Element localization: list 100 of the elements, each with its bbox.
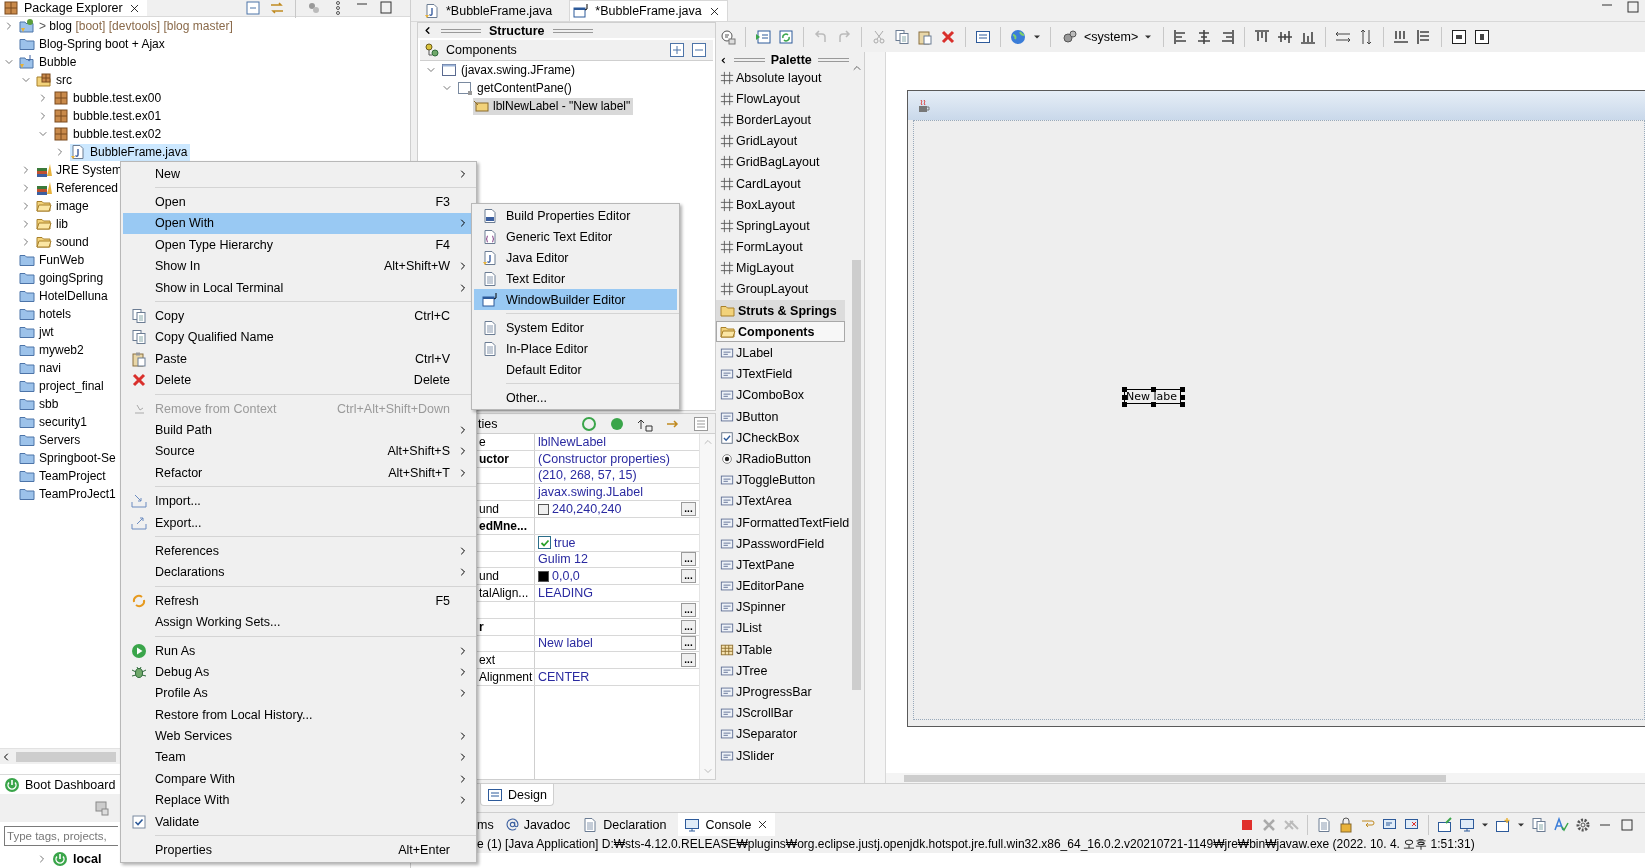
tree-item[interactable]: jwt [19,323,57,341]
palette-item[interactable]: MigLayout [716,257,845,279]
list-icon[interactable] [693,415,709,432]
palette-item[interactable]: JProgressBar [716,681,845,703]
align-middle-icon[interactable] [1277,29,1294,45]
scrollbar-thumb[interactable] [904,774,1446,782]
tree-item[interactable]: bubble.test.ex02 [53,125,165,143]
menu-item[interactable]: Team [123,746,474,769]
maximize-icon[interactable] [378,0,394,16]
tree-item[interactable]: > blog [boot] [devtools] [blog master] [19,17,236,35]
look-and-feel-dropdown[interactable]: <system> [1060,26,1155,48]
palette-item[interactable]: JTextField [716,363,845,385]
checkbox[interactable] [538,536,551,550]
search-field[interactable]: Type tags, projects, [4,826,118,846]
menu-item[interactable]: Profile As [123,682,474,704]
collapse-all-icon[interactable] [691,42,707,58]
palette-item[interactable]: JTextPane [716,554,845,576]
center-horizontal-icon[interactable] [1451,29,1468,45]
palette-item[interactable]: SpringLayout [716,215,845,237]
menu-item[interactable]: Run As [123,639,474,662]
view-tab[interactable]: Package Explorer [0,0,147,16]
tree-item[interactable]: lib [36,215,71,233]
palette-item[interactable]: JSlider [716,745,845,767]
globe-icon[interactable] [1010,29,1026,45]
tree-item[interactable]: HotelDelluna [19,287,111,305]
browse-button[interactable]: ... [681,569,696,584]
palette-item[interactable]: JSpinner [716,596,845,618]
tree-item[interactable]: security1 [19,413,91,431]
menu-item[interactable]: Generic Text Editor [474,226,677,247]
browse-button[interactable]: ... [681,602,696,617]
menu-item[interactable]: Validate [123,810,474,833]
same-width-icon[interactable] [1335,29,1352,45]
menu-item[interactable]: Open With [123,212,474,235]
pin-icon[interactable] [1437,816,1453,833]
menu-item[interactable]: System Editor [474,317,677,338]
browse-button[interactable]: ... [681,653,696,668]
undo-icon[interactable] [813,29,829,45]
design-tab[interactable]: Design [480,784,554,806]
filter-icon[interactable] [306,0,322,16]
collapse-all-icon[interactable] [245,0,261,16]
menu-item[interactable]: Java Editor [474,247,677,268]
palette-item[interactable]: JButton [716,406,845,428]
resize-handle[interactable] [1151,387,1156,392]
palette-item[interactable]: JCheckBox [716,427,845,449]
palette-category[interactable]: Struts & Springs [716,300,845,322]
palette-item[interactable]: BorderLayout [716,109,845,131]
tree-item[interactable]: TeamProject [19,467,109,485]
align-bottom-icon[interactable] [1300,29,1317,45]
tree-item[interactable]: Bubble [19,53,80,71]
lock-icon[interactable] [1338,816,1354,833]
tree-item[interactable]: TeamProJect1 [19,485,119,503]
menu-item[interactable]: Import... [123,490,474,512]
palette-item[interactable]: JTextArea [716,490,845,512]
menu-item[interactable]: Copy Ctrl+C [123,305,474,327]
console-icon[interactable] [94,800,110,816]
menu-item[interactable]: Compare With [123,768,474,790]
menu-item[interactable]: Open F3 [123,191,474,213]
tree-item[interactable]: Servers [19,431,84,449]
menu-item[interactable]: Properties Alt+Enter [123,839,474,861]
palette-item[interactable]: FlowLayout [716,88,845,110]
tree-item[interactable]: hotels [19,305,75,323]
tree-item[interactable]: (javax.swing.JFrame) [441,61,579,79]
palette-item[interactable]: JToggleButton [716,469,845,491]
paste-icon[interactable] [917,29,933,45]
filled-circle-icon[interactable] [609,415,625,432]
menu-item[interactable]: Show In Alt+Shift+W [123,255,474,277]
browse-button[interactable]: ... [681,619,696,634]
tree-item[interactable]: sound [36,233,92,251]
palette-item[interactable]: Absolute layout [716,67,845,89]
menu-item[interactable]: Paste Ctrl+V [123,348,474,370]
tree-item[interactable]: bubble.test.ex01 [53,107,165,125]
palette-item[interactable]: JComboBox [716,384,845,406]
ring-icon[interactable] [581,415,597,432]
refresh-icon[interactable] [778,29,794,45]
center-vertical-icon[interactable] [1474,29,1491,45]
scrollbar-thumb[interactable] [16,751,116,762]
menu-item[interactable]: Declarations [123,561,474,584]
menu-item[interactable]: Debug As [123,661,474,683]
settings-icon[interactable] [1575,816,1591,833]
menu-item[interactable]: Source Alt+Shift+S [123,440,474,463]
menu-item[interactable]: Show in Local Terminal [123,276,474,299]
new-console-icon[interactable] [1495,816,1511,833]
tree-item[interactable]: FunWeb [19,251,88,269]
tree-item[interactable]: getContentPane() [457,79,575,97]
tree-item[interactable]: Blog-Spring boot + Ajax [19,35,168,53]
tree-item[interactable]: goingSpring [19,269,107,287]
align-right-icon[interactable] [1219,29,1236,45]
tree-item[interactable]: lblNewLabel - "New label" [473,97,634,115]
expand-all-icon[interactable] [669,42,685,58]
menu-item[interactable]: Open Type Hierarchy F4 [123,234,474,256]
tree-item[interactable]: bubble.test.ex00 [53,89,165,107]
palette-item[interactable]: GridBagLayout [716,151,845,173]
spell-check-icon[interactable] [1553,816,1569,833]
palette-item[interactable]: JSeparator [716,723,845,745]
tree-item[interactable]: project_final [19,377,107,395]
tree-item[interactable]: src [36,71,75,89]
align-top-icon[interactable] [1254,29,1271,45]
menu-item[interactable]: Other... [474,387,677,408]
tree-item[interactable]: sbb [19,395,62,413]
palette-item[interactable]: JTable [716,639,845,661]
